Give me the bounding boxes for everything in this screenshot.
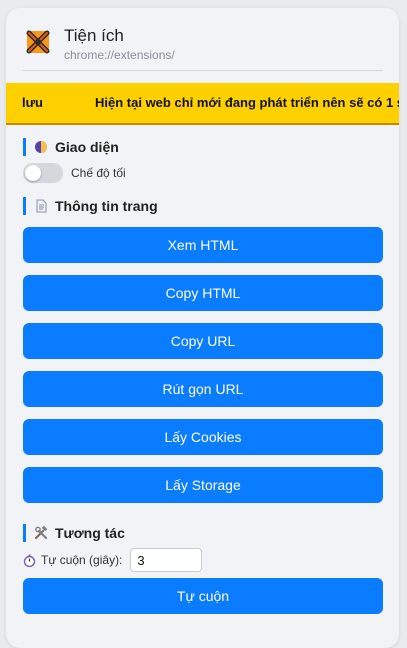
section-appearance: Giao diện bbox=[23, 138, 119, 156]
shorten-url-button[interactable]: Rút gọn URL bbox=[23, 371, 383, 407]
section-interaction: Tương tác bbox=[23, 524, 125, 542]
dark-mode-label: Chế độ tối bbox=[71, 166, 126, 180]
current-page-url: chrome://extensions/ bbox=[64, 48, 175, 62]
auto-scroll-seconds-input[interactable] bbox=[130, 548, 203, 572]
stopwatch-icon bbox=[23, 554, 36, 567]
logo-icon bbox=[26, 30, 50, 54]
get-storage-button[interactable]: Lấy Storage bbox=[23, 467, 383, 503]
section-interaction-title: Tương tác bbox=[55, 525, 125, 541]
app-title: Tiện ích bbox=[64, 26, 124, 45]
section-appearance-title: Giao diện bbox=[55, 139, 119, 155]
copy-html-button[interactable]: Copy HTML bbox=[23, 275, 383, 311]
view-html-button[interactable]: Xem HTML bbox=[23, 227, 383, 263]
auto-scroll-row: Tự cuộn (giây): bbox=[23, 548, 203, 572]
section-page-info-title: Thông tin trang bbox=[55, 198, 158, 214]
copy-url-button[interactable]: Copy URL bbox=[23, 323, 383, 359]
document-icon bbox=[36, 199, 47, 213]
toggle-knob bbox=[25, 165, 41, 181]
marquee-previous-fragment: lưu bbox=[22, 95, 43, 110]
auto-scroll-label: Tự cuộn (giây): bbox=[41, 553, 123, 567]
extension-popup: Tiện ích chrome://extensions/ lưu Hiện t… bbox=[6, 8, 399, 648]
header-divider bbox=[23, 70, 383, 71]
marquee-message: Hiện tại web chỉ mới đang phát triển nên… bbox=[95, 95, 399, 110]
dark-mode-toggle[interactable] bbox=[23, 163, 63, 183]
popup-header: Tiện ích chrome://extensions/ bbox=[24, 26, 175, 62]
tools-icon bbox=[34, 526, 48, 540]
auto-scroll-button[interactable]: Tự cuộn bbox=[23, 578, 383, 614]
notice-marquee: lưu Hiện tại web chỉ mới đang phát triển… bbox=[6, 83, 399, 125]
section-page-info: Thông tin trang bbox=[23, 197, 158, 215]
get-cookies-button[interactable]: Lấy Cookies bbox=[23, 419, 383, 455]
moon-icon bbox=[35, 141, 47, 153]
dark-mode-row: Chế độ tối bbox=[23, 163, 126, 183]
